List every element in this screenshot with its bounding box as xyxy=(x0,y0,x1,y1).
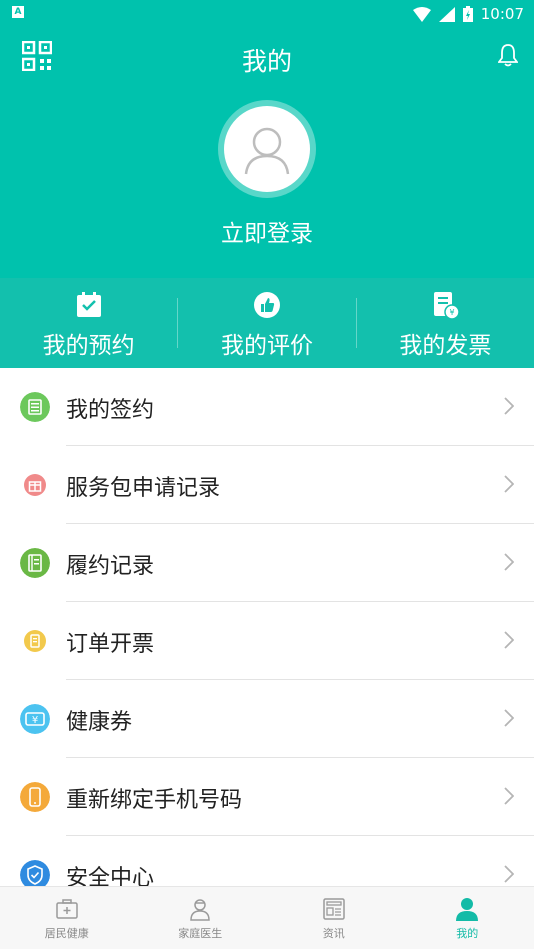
quick-action-label: 我的评价 xyxy=(178,326,355,360)
chevron-right-icon xyxy=(504,631,514,649)
bell-icon[interactable] xyxy=(498,43,518,67)
person-icon xyxy=(455,897,479,921)
tab-family-doctor[interactable]: 家庭医生 xyxy=(134,887,268,949)
wifi-icon xyxy=(413,7,431,22)
chevron-right-icon xyxy=(504,475,514,493)
gift-icon xyxy=(20,470,50,500)
calendar-check-icon xyxy=(74,290,104,320)
menu-item-label: 我的签约 xyxy=(66,392,154,424)
battery-icon xyxy=(463,6,473,22)
coupon-icon: ¥ xyxy=(20,704,50,734)
tab-label: 家庭医生 xyxy=(134,925,268,941)
avatar[interactable] xyxy=(224,106,310,192)
chevron-right-icon xyxy=(504,553,514,571)
menu-item-health-coupon[interactable]: ¥ 健康券 xyxy=(0,680,534,758)
invoice-icon: ¥ xyxy=(430,290,460,320)
svg-text:¥: ¥ xyxy=(450,308,455,317)
tab-label: 资讯 xyxy=(267,925,401,941)
menu-item-label: 健康券 xyxy=(66,704,132,736)
menu-item-rebind-phone[interactable]: 重新绑定手机号码 xyxy=(0,758,534,836)
record-book-icon xyxy=(20,548,50,578)
phone-icon xyxy=(20,782,50,812)
avatar-ring[interactable] xyxy=(218,100,316,198)
quick-action-reviews[interactable]: 我的评价 xyxy=(178,278,355,368)
tab-label: 我的 xyxy=(401,925,534,941)
menu-list: 我的签约 服务包申请记录 履约记录 订单开票 xyxy=(0,368,534,914)
quick-action-label: 我的发票 xyxy=(357,326,534,360)
menu-item-label: 订单开票 xyxy=(66,626,154,658)
menu-item-label: 服务包申请记录 xyxy=(66,470,220,502)
menu-item-label: 履约记录 xyxy=(66,548,154,580)
bottom-tab-bar: 居民健康 家庭医生 资讯 我的 xyxy=(0,886,534,949)
tab-resident-health[interactable]: 居民健康 xyxy=(0,887,134,949)
chevron-right-icon xyxy=(504,865,514,883)
status-bar: A 10:07 xyxy=(0,0,534,28)
menu-item-service-package[interactable]: 服务包申请记录 xyxy=(0,446,534,524)
contract-list-icon xyxy=(20,392,50,422)
menu-item-fulfillment-record[interactable]: 履约记录 xyxy=(0,524,534,602)
chevron-right-icon xyxy=(504,397,514,415)
signal-icon xyxy=(439,7,455,22)
menu-item-my-contract[interactable]: 我的签约 xyxy=(0,368,534,446)
medical-kit-icon xyxy=(55,897,79,921)
login-link[interactable]: 立即登录 xyxy=(0,214,534,248)
tab-news[interactable]: 资讯 xyxy=(267,887,401,949)
system-icons: 10:07 xyxy=(413,5,524,23)
app-notification-icon: A xyxy=(12,6,24,18)
tab-my[interactable]: 我的 xyxy=(401,887,534,949)
default-avatar-icon xyxy=(224,106,310,192)
chevron-right-icon xyxy=(504,709,514,727)
tab-label: 居民健康 xyxy=(0,925,134,941)
news-icon xyxy=(322,897,346,921)
menu-item-order-invoice[interactable]: 订单开票 xyxy=(0,602,534,680)
quick-actions-bar: 我的预约 我的评价 ¥ 我的发票 xyxy=(0,278,534,368)
receipt-icon xyxy=(20,626,50,656)
doctor-icon xyxy=(188,897,212,921)
chevron-right-icon xyxy=(504,787,514,805)
svg-text:¥: ¥ xyxy=(32,715,38,726)
quick-action-label: 我的预约 xyxy=(0,326,177,360)
thumbs-up-icon xyxy=(252,290,282,320)
quick-action-appointments[interactable]: 我的预约 xyxy=(0,278,177,368)
menu-item-label: 重新绑定手机号码 xyxy=(66,782,242,814)
page-title: 我的 xyxy=(0,42,534,78)
status-time: 10:07 xyxy=(481,5,524,23)
profile-header: 我的 立即登录 xyxy=(0,28,534,278)
quick-action-invoices[interactable]: ¥ 我的发票 xyxy=(357,278,534,368)
